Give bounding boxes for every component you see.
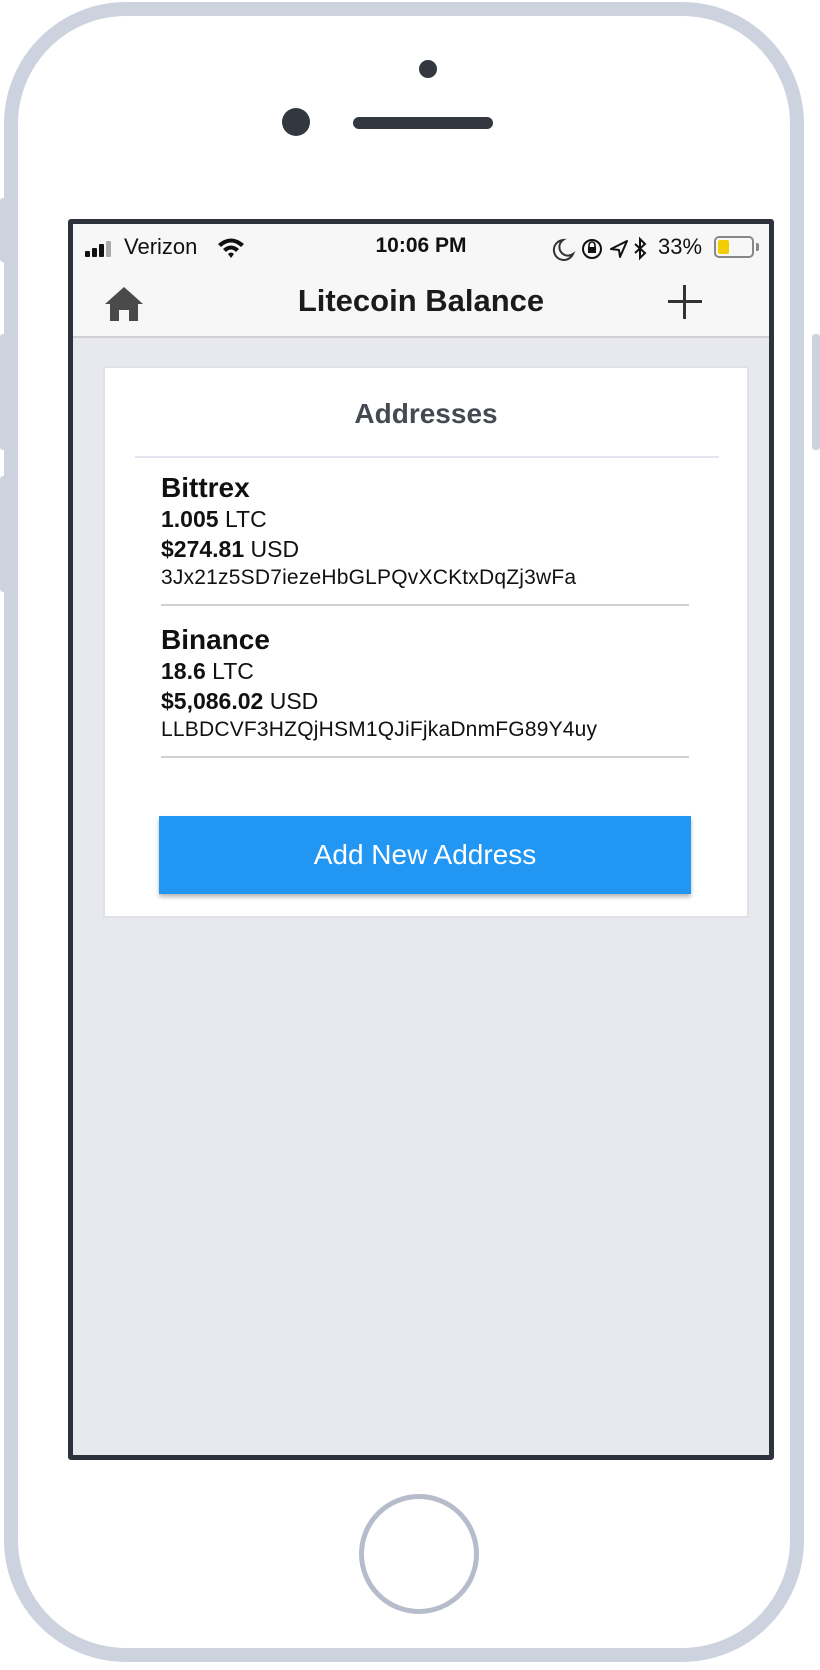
page-title: Litecoin Balance bbox=[297, 283, 545, 318]
battery-percent: 33% bbox=[658, 234, 703, 259]
ltc-balance: 1.005 LTC bbox=[161, 504, 689, 534]
add-new-address-button[interactable]: Add New Address bbox=[159, 816, 691, 894]
address-separator bbox=[161, 756, 689, 758]
usd-amount: $5,086.02 bbox=[161, 688, 264, 714]
address-name: Bittrex bbox=[161, 472, 250, 503]
address-separator bbox=[161, 604, 689, 606]
volume-up-button bbox=[0, 334, 8, 450]
earpiece-speaker bbox=[353, 117, 493, 129]
moon-icon bbox=[552, 238, 576, 261]
bluetooth-icon bbox=[634, 236, 647, 261]
addresses-card: Addresses Bittrex 1.005 LTC $274.81 USD … bbox=[103, 366, 749, 918]
location-arrow-icon bbox=[610, 240, 628, 258]
address-item-bittrex[interactable]: Bittrex 1.005 LTC $274.81 USD 3Jx21z5SD7… bbox=[161, 472, 689, 592]
home-button[interactable] bbox=[359, 1494, 479, 1614]
wallet-address: 3Jx21z5SD7iezeHbGLPQvXCKtxDqZj3wFa bbox=[161, 566, 577, 589]
address-name: Binance bbox=[161, 624, 270, 655]
proximity-sensor bbox=[282, 108, 310, 136]
battery-nub bbox=[756, 243, 759, 251]
plus-icon[interactable] bbox=[666, 282, 706, 322]
navigation-bar: Litecoin Balance bbox=[73, 270, 769, 338]
address-item-binance[interactable]: Binance 18.6 LTC $5,086.02 USD LLBDCVF3H… bbox=[161, 624, 689, 744]
ltc-unit: LTC bbox=[224, 506, 267, 532]
ltc-balance: 18.6 LTC bbox=[161, 656, 689, 686]
phone-frame: Verizon 10:06 PM 33% Litecoin Balance Ad… bbox=[4, 2, 804, 1662]
power-button bbox=[812, 334, 820, 450]
mute-switch bbox=[0, 198, 8, 262]
ltc-amount: 18.6 bbox=[161, 658, 206, 684]
volume-down-button bbox=[0, 476, 8, 592]
ltc-amount: 1.005 bbox=[161, 506, 219, 532]
orientation-lock-icon bbox=[582, 239, 602, 259]
status-bar: Verizon 10:06 PM 33% bbox=[73, 224, 769, 270]
usd-unit: USD bbox=[269, 688, 319, 714]
wallet-address: LLBDCVF3HZQjHSM1QJiFjkaDnmFG89Y4uy bbox=[161, 718, 598, 741]
card-title: Addresses bbox=[354, 398, 498, 429]
front-camera bbox=[419, 60, 437, 78]
usd-balance: $5,086.02 USD bbox=[161, 686, 689, 716]
battery-fill bbox=[718, 240, 729, 254]
card-divider bbox=[135, 456, 719, 458]
usd-unit: USD bbox=[250, 536, 300, 562]
battery-icon bbox=[714, 236, 754, 258]
usd-balance: $274.81 USD bbox=[161, 534, 689, 564]
ltc-unit: LTC bbox=[212, 658, 254, 684]
status-icons-group bbox=[552, 236, 647, 261]
usd-amount: $274.81 bbox=[161, 536, 245, 562]
app-screen: Verizon 10:06 PM 33% Litecoin Balance Ad… bbox=[68, 219, 774, 1460]
